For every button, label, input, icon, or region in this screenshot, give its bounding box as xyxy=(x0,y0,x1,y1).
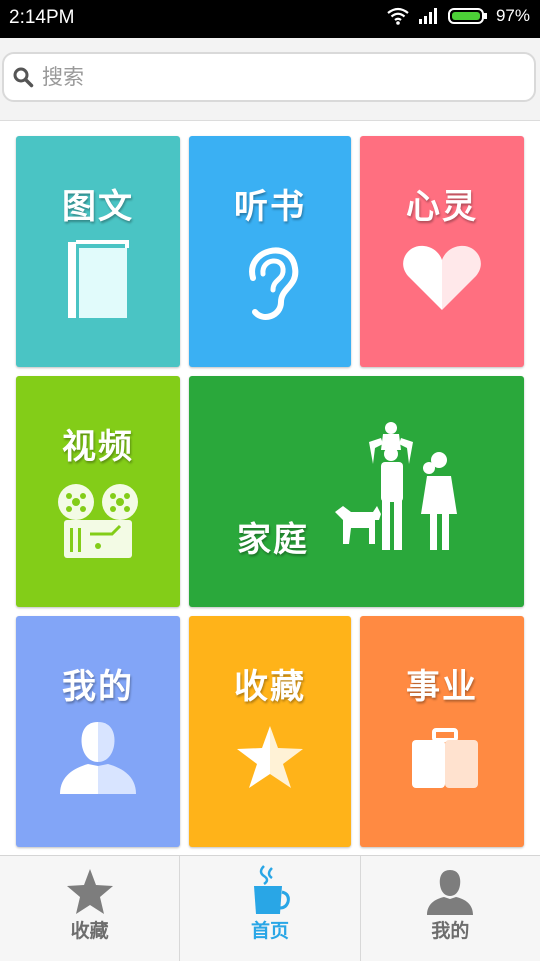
tile-label: 视频 xyxy=(62,427,134,467)
tab-label: 我的 xyxy=(431,920,470,942)
tile-xinling[interactable]: 心灵 xyxy=(360,136,524,367)
battery-icon xyxy=(447,8,487,24)
signal-icon xyxy=(418,8,437,24)
tile-jiating[interactable]: 家庭 xyxy=(189,376,524,607)
search-area xyxy=(0,38,540,121)
tile-label: 事业 xyxy=(406,667,478,707)
film-projector-icon xyxy=(58,484,138,558)
family-icon xyxy=(335,422,457,550)
tile-shipin[interactable]: 视频 xyxy=(16,376,180,607)
star-icon xyxy=(237,726,303,788)
tab-shoucang[interactable]: 收藏 xyxy=(0,856,179,961)
search-input[interactable] xyxy=(42,65,482,89)
book-icon xyxy=(68,240,129,318)
bottom-nav: 收藏 首页 我的 xyxy=(0,855,540,961)
wifi-icon xyxy=(387,7,409,25)
tile-label: 心灵 xyxy=(406,187,478,227)
tile-label: 收藏 xyxy=(234,667,306,707)
person-icon xyxy=(427,870,474,915)
tile-shiye[interactable]: 事业 xyxy=(360,616,524,847)
tab-wode[interactable]: 我的 xyxy=(359,856,540,961)
person-icon xyxy=(60,722,136,794)
status-time: 2:14PM xyxy=(9,7,75,28)
tile-label: 家庭 xyxy=(237,520,309,560)
status-indicators: 97% xyxy=(386,6,530,26)
heart-icon xyxy=(403,245,481,310)
cup-icon xyxy=(253,865,290,914)
tile-label: 图文 xyxy=(62,187,134,227)
tab-shouye[interactable]: 首页 xyxy=(179,856,359,961)
tab-label: 收藏 xyxy=(70,920,109,942)
tile-label: 我的 xyxy=(62,667,134,707)
tile-shoucang[interactable]: 收藏 xyxy=(189,616,351,847)
tab-label: 首页 xyxy=(250,920,289,942)
search-box[interactable] xyxy=(2,52,536,102)
tile-tingshu[interactable]: 听书 xyxy=(189,136,351,367)
status-bar: 2:14PM 97% xyxy=(0,0,540,38)
briefcase-icon xyxy=(412,728,478,788)
battery-percent: 97% xyxy=(495,6,530,25)
search-icon xyxy=(13,67,34,88)
tile-tuwen[interactable]: 图文 xyxy=(16,136,180,367)
tile-label: 听书 xyxy=(234,187,306,227)
tile-wode[interactable]: 我的 xyxy=(16,616,180,847)
star-icon xyxy=(66,869,113,914)
ear-icon xyxy=(249,247,299,320)
